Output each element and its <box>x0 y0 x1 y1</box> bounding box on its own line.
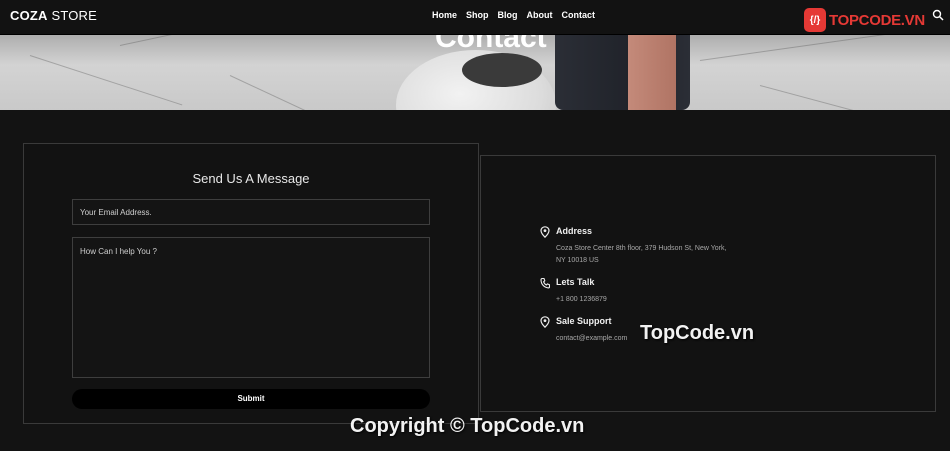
map-pin-icon <box>540 316 550 328</box>
topcode-watermark-logo: {/} TOPCODE.VN <box>804 8 925 32</box>
page-title: Contact <box>435 35 547 54</box>
watermark-brand: TOPCODE.VN <box>829 11 925 29</box>
nav-about[interactable]: About <box>527 10 553 20</box>
address-label: Address <box>556 226 593 236</box>
email-placeholder: Your Email Address. <box>80 208 152 217</box>
support-label: Sale Support <box>556 316 612 326</box>
watermark-copyright: Copyright © TopCode.vn <box>350 415 585 437</box>
message-placeholder: How Can I help You ? <box>80 247 157 256</box>
submit-button[interactable]: Submit <box>72 389 430 409</box>
nav-shop[interactable]: Shop <box>466 10 489 20</box>
hero-banner: Contact <box>0 35 950 110</box>
hero-arm-image <box>628 35 676 110</box>
logo-bold-text: COZA <box>10 8 48 23</box>
hero-dish-image <box>462 53 542 87</box>
phone-icon <box>540 277 550 289</box>
nav-blog[interactable]: Blog <box>498 10 518 20</box>
nav-home[interactable]: Home <box>432 10 457 20</box>
email-field[interactable]: Your Email Address. <box>72 199 430 225</box>
search-icon[interactable] <box>932 9 944 21</box>
contact-info-panel: Address Coza Store Center 8th floor, 379… <box>480 155 936 412</box>
watermark-middle-text: TopCode.vn <box>640 322 755 344</box>
address-text: Coza Store Center 8th floor, 379 Hudson … <box>556 245 727 264</box>
form-title: Send Us A Message <box>192 171 310 186</box>
map-pin-icon <box>540 226 550 238</box>
store-logo[interactable]: COZA STORE <box>10 8 97 23</box>
phone-label: Lets Talk <box>556 277 595 287</box>
logo-rest-text: STORE <box>47 8 98 23</box>
message-textarea[interactable]: How Can I help You ? <box>72 237 430 378</box>
code-bracket-icon: {/} <box>804 8 826 32</box>
contact-form: Send Us A Message Your Email Address. Ho… <box>23 143 479 424</box>
nav-contact[interactable]: Contact <box>562 10 596 20</box>
phone-number: +1 800 1236879 <box>556 296 607 303</box>
main-nav: Home Shop Blog About Contact <box>432 10 595 20</box>
